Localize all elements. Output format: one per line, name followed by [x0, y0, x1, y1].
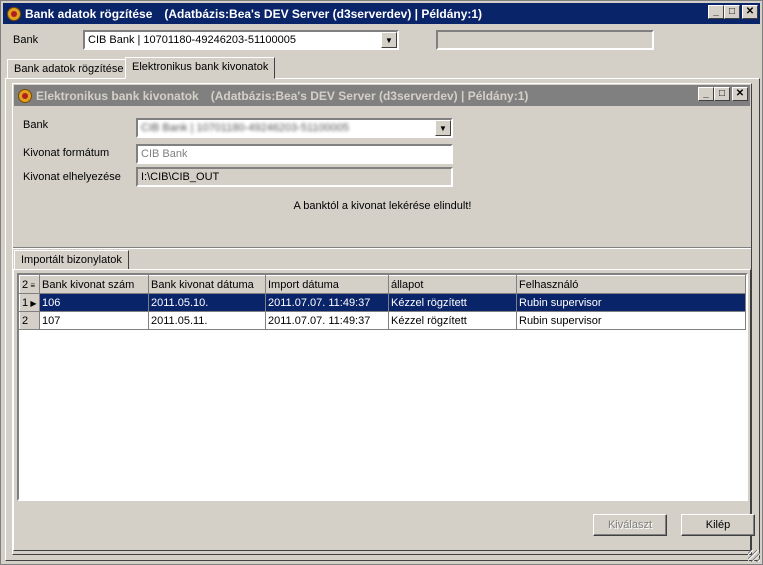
- column-header[interactable]: Bank kivonat szám: [39, 275, 149, 294]
- cell[interactable]: Kézzel rögzített: [388, 293, 517, 312]
- table-row[interactable]: 2 107 2011.05.11. 2011.07.07. 11:49:37 K…: [19, 311, 746, 330]
- maximize-icon[interactable]: □: [724, 5, 740, 19]
- app-icon: [18, 88, 32, 103]
- row-indicator[interactable]: 2: [19, 311, 40, 330]
- bank-select[interactable]: CIB Bank | 10701180-49246203-51100005 ▼: [83, 30, 399, 50]
- imported-documents-grid[interactable]: 2 ≡ Bank kivonat szám Bank kivonat dátum…: [17, 273, 748, 501]
- select-button[interactable]: Kiválaszt: [593, 514, 667, 536]
- window-title-info: (Adatbázis:Bea's DEV Server (d3serverdev…: [164, 6, 483, 21]
- close-icon[interactable]: ✕: [742, 5, 758, 19]
- window-title: Bank adatok rögzítése: [25, 6, 153, 21]
- format-label: Kivonat formátum: [23, 147, 110, 159]
- row-indicator[interactable]: 1 ▶: [19, 293, 40, 312]
- app-icon: [7, 6, 21, 21]
- format-field[interactable]: CIB Bank: [136, 144, 453, 164]
- maximize-icon[interactable]: □: [714, 87, 730, 101]
- resize-grip[interactable]: [748, 550, 760, 562]
- table-row[interactable]: 1 ▶ 106 2011.05.10. 2011.07.07. 11:49:37…: [19, 293, 746, 312]
- cell[interactable]: Rubin supervisor: [516, 293, 746, 312]
- divider: [13, 247, 751, 249]
- grid-corner[interactable]: 2 ≡: [19, 275, 40, 294]
- cell[interactable]: Kézzel rögzített: [388, 311, 517, 330]
- child-window-title-info: (Adatbázis:Bea's DEV Server (d3serverdev…: [210, 88, 529, 103]
- chevron-down-icon[interactable]: ▼: [381, 32, 397, 48]
- cell[interactable]: 107: [39, 311, 149, 330]
- bank-label: Bank: [13, 34, 39, 46]
- tab-bank-statements[interactable]: Elektronikus bank kivonatok: [125, 57, 276, 79]
- tab-bank-data[interactable]: Bank adatok rögzítése: [7, 59, 131, 79]
- minimize-icon[interactable]: _: [698, 87, 714, 101]
- column-header[interactable]: Bank kivonat dátuma: [148, 275, 266, 294]
- cell[interactable]: 2011.07.07. 11:49:37: [265, 311, 389, 330]
- status-message: A banktól a kivonat lekérése elindult!: [293, 200, 472, 212]
- tab-label: Elektronikus bank kivonatok: [132, 61, 269, 73]
- cell[interactable]: 106: [39, 293, 149, 312]
- tab-label: Bank adatok rögzítése: [14, 63, 124, 75]
- bank-select-value: CIB Bank | 10701180-49246203-51100005: [88, 34, 296, 46]
- column-header[interactable]: Import dátuma: [265, 275, 389, 294]
- cell[interactable]: 2011.05.10.: [148, 293, 266, 312]
- location-label: Kivonat elhelyezése: [23, 171, 121, 183]
- cell[interactable]: 2011.07.07. 11:49:37: [265, 293, 389, 312]
- grid-header-row: 2 ≡ Bank kivonat szám Bank kivonat dátum…: [19, 275, 746, 294]
- row-pointer-icon: ▶: [28, 298, 37, 308]
- exit-button[interactable]: Kilép: [681, 514, 755, 536]
- tab-label: Importált bizonylatok: [21, 254, 122, 266]
- tab-imported-documents[interactable]: Importált bizonylatok: [14, 250, 129, 270]
- cell[interactable]: Rubin supervisor: [516, 311, 746, 330]
- main-window: Bank adatok rögzítése (Adatbázis:Bea's D…: [0, 0, 763, 565]
- child-bank-select[interactable]: CIB Bank | 10701180-49246203-51100005 ▼: [136, 118, 453, 138]
- column-header[interactable]: Felhasználó: [516, 275, 746, 294]
- bank-info-field: [436, 30, 654, 50]
- cell[interactable]: 2011.05.11.: [148, 311, 266, 330]
- column-header[interactable]: állapot: [388, 275, 517, 294]
- child-titlebar[interactable]: Elektronikus bank kivonatok (Adatbázis:B…: [14, 85, 750, 106]
- location-field: I:\CIB\CIB_OUT: [136, 167, 453, 187]
- chevron-down-icon[interactable]: ▼: [435, 120, 451, 136]
- close-icon[interactable]: ✕: [732, 87, 748, 101]
- minimize-icon[interactable]: _: [708, 5, 724, 19]
- main-titlebar[interactable]: Bank adatok rögzítése (Adatbázis:Bea's D…: [3, 3, 760, 24]
- child-window-title: Elektronikus bank kivonatok: [36, 88, 199, 103]
- child-bank-label: Bank: [23, 119, 49, 131]
- child-bank-select-value: CIB Bank | 10701180-49246203-51100005: [141, 122, 349, 134]
